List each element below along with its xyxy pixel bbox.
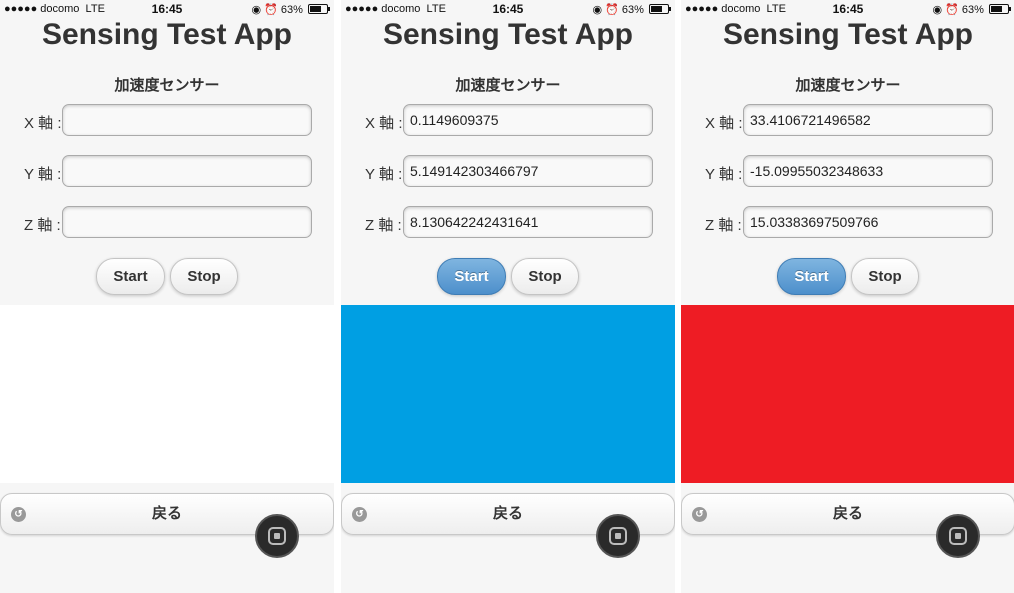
back-arrow-icon: ↺ bbox=[692, 507, 707, 522]
section-title: 加速度センサー bbox=[795, 77, 901, 94]
start-button[interactable]: Start bbox=[777, 258, 846, 295]
status-bar: ●●●●● docomo LTE 16:45 ◉ ⏰ 63% bbox=[0, 0, 334, 18]
section-title: 加速度センサー bbox=[455, 77, 561, 94]
back-arrow-icon: ↺ bbox=[352, 507, 367, 522]
y-axis-field[interactable] bbox=[403, 155, 653, 187]
y-axis-label: Y 軸 : bbox=[705, 166, 743, 183]
back-label: 戻る bbox=[832, 505, 863, 522]
status-right: ◉ ⏰ 63% bbox=[932, 3, 1011, 16]
battery-percent: 63% bbox=[961, 4, 984, 16]
z-axis-field[interactable] bbox=[403, 206, 653, 238]
x-axis-field[interactable] bbox=[743, 104, 993, 136]
app-title: Sensing Test App bbox=[382, 18, 634, 51]
x-axis-label: X 軸 : bbox=[24, 115, 62, 132]
status-right: ◉ ⏰ 63% bbox=[251, 3, 330, 16]
color-indicator-area bbox=[0, 305, 334, 483]
section-title: 加速度センサー bbox=[114, 77, 220, 94]
screen-panel-2: ●●●●● docomo LTE 16:45 ◉ ⏰ 63% Sensing T… bbox=[341, 0, 675, 593]
y-axis-label: Y 軸 : bbox=[365, 166, 403, 183]
start-button[interactable]: Start bbox=[437, 258, 506, 295]
status-bar: ●●●●● docomo LTE 16:45 ◉ ⏰ 63% bbox=[681, 0, 1014, 18]
stop-button[interactable]: Stop bbox=[851, 258, 919, 295]
alarm-icon: ⏰ bbox=[605, 4, 619, 16]
status-right: ◉ ⏰ 63% bbox=[592, 3, 671, 16]
x-axis-field[interactable] bbox=[62, 104, 312, 136]
z-axis-label: Z 軸 : bbox=[365, 217, 402, 234]
status-bar: ●●●●● docomo LTE 16:45 ◉ ⏰ 63% bbox=[341, 0, 675, 18]
y-axis-field[interactable] bbox=[62, 155, 312, 187]
assistive-touch-icon[interactable] bbox=[596, 514, 640, 558]
x-axis-label: X 軸 : bbox=[365, 115, 403, 132]
screen-panel-1: ●●●●● docomo LTE 16:45 ◉ ⏰ 63% Sensing T… bbox=[0, 0, 334, 593]
alarm-icon: ⏰ bbox=[264, 4, 278, 16]
z-axis-label: Z 軸 : bbox=[24, 217, 61, 234]
stop-button[interactable]: Stop bbox=[170, 258, 238, 295]
screen-panel-3: ●●●●● docomo LTE 16:45 ◉ ⏰ 63% Sensing T… bbox=[681, 0, 1014, 593]
rotation-lock-icon: ◉ bbox=[251, 4, 262, 16]
alarm-icon: ⏰ bbox=[945, 4, 959, 16]
battery-percent: 63% bbox=[621, 4, 644, 16]
z-axis-label: Z 軸 : bbox=[705, 217, 742, 234]
z-axis-field[interactable] bbox=[743, 206, 993, 238]
x-axis-label: X 軸 : bbox=[705, 115, 743, 132]
battery-percent: 63% bbox=[280, 4, 303, 16]
battery-icon bbox=[308, 4, 330, 14]
back-label: 戻る bbox=[492, 505, 523, 522]
assistive-touch-icon[interactable] bbox=[936, 514, 980, 558]
assistive-touch-icon[interactable] bbox=[255, 514, 299, 558]
app-title: Sensing Test App bbox=[41, 18, 293, 51]
app-title: Sensing Test App bbox=[722, 18, 974, 51]
back-arrow-icon: ↺ bbox=[11, 507, 26, 522]
color-indicator-area bbox=[341, 305, 675, 483]
back-label: 戻る bbox=[151, 505, 182, 522]
stop-button[interactable]: Stop bbox=[511, 258, 579, 295]
start-button[interactable]: Start bbox=[96, 258, 165, 295]
rotation-lock-icon: ◉ bbox=[932, 4, 943, 16]
z-axis-field[interactable] bbox=[62, 206, 312, 238]
x-axis-field[interactable] bbox=[403, 104, 653, 136]
rotation-lock-icon: ◉ bbox=[592, 4, 603, 16]
y-axis-field[interactable] bbox=[743, 155, 993, 187]
battery-icon bbox=[989, 4, 1011, 14]
color-indicator-area bbox=[681, 305, 1014, 483]
y-axis-label: Y 軸 : bbox=[24, 166, 62, 183]
battery-icon bbox=[649, 4, 671, 14]
